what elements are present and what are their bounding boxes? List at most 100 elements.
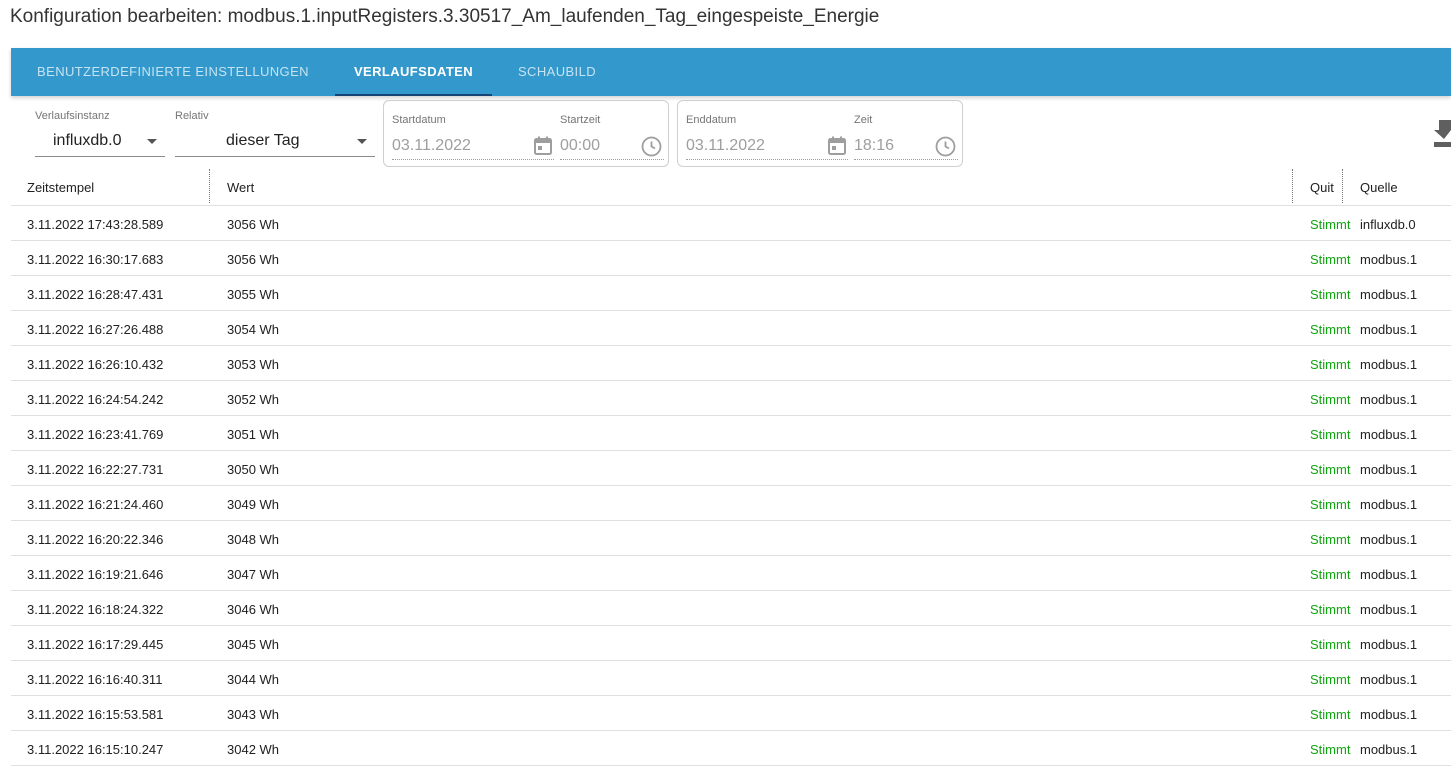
table-row[interactable]: 3.11.2022 16:15:10.247 3042 Wh Stimmt modbu… xyxy=(11,731,1451,766)
start-time-field[interactable]: 00:00 xyxy=(560,133,664,160)
quality-cell: Stimmt xyxy=(1310,742,1351,757)
relative-label: Relativ xyxy=(175,110,209,122)
instance-select[interactable]: influxdb.0 xyxy=(35,127,165,157)
quality-cell: Stimmt xyxy=(1310,567,1351,582)
timestamp-cell: 3.11.2022 16:16:40.311 xyxy=(27,672,163,687)
value-cell: 3043 Wh xyxy=(227,707,280,722)
value-cell: 3045 Wh xyxy=(227,637,280,652)
value-cell: 3050 Wh xyxy=(227,462,280,477)
end-date-label: Enddatum xyxy=(686,114,737,126)
table-row[interactable]: 3.11.2022 16:26:10.432 3053 Wh Stimmt modbu… xyxy=(11,346,1451,381)
quality-cell: Stimmt xyxy=(1310,427,1351,442)
timestamp-cell: 3.11.2022 16:28:47.431 xyxy=(27,287,164,302)
chevron-down-icon xyxy=(357,139,367,144)
source-cell: modbus.1 xyxy=(1360,287,1418,302)
quality-cell: Stimmt xyxy=(1310,532,1351,547)
end-time-field[interactable]: 18:16 xyxy=(854,133,958,160)
active-tab-indicator xyxy=(335,94,492,96)
source-cell: modbus.1 xyxy=(1360,742,1418,757)
calendar-icon[interactable] xyxy=(534,136,552,161)
start-date-field[interactable]: 03.11.2022 xyxy=(392,133,554,160)
tab-custom-settings[interactable]: BENUTZERDEFINIERTE EINSTELLUNGEN xyxy=(11,48,335,96)
table-body: 3.11.2022 17:43:28.589 3056 Wh Stimmt influ… xyxy=(11,206,1451,766)
source-cell: modbus.1 xyxy=(1360,357,1418,372)
quality-cell: Stimmt xyxy=(1310,672,1351,687)
table-row[interactable]: 3.11.2022 16:16:40.311 3044 Wh Stimmt modbu… xyxy=(11,661,1451,696)
table-row[interactable]: 3.11.2022 16:30:17.683 3056 Wh Stimmt modbu… xyxy=(11,241,1451,276)
source-cell: modbus.1 xyxy=(1360,322,1418,337)
tab-chart[interactable]: SCHAUBILD xyxy=(492,48,622,96)
end-date-field[interactable]: 03.11.2022 xyxy=(686,133,848,160)
relative-select[interactable]: dieser Tag xyxy=(175,127,375,157)
value-cell: 3046 Wh xyxy=(227,602,280,617)
value-cell: 3049 Wh xyxy=(227,497,280,512)
column-resize-handle[interactable] xyxy=(209,169,210,203)
column-header-value[interactable]: Wert xyxy=(227,180,254,195)
table-row[interactable]: 3.11.2022 16:22:27.731 3050 Wh Stimmt modbu… xyxy=(11,451,1451,486)
source-cell: modbus.1 xyxy=(1360,637,1418,652)
source-cell: modbus.1 xyxy=(1360,392,1418,407)
start-date-value: 03.11.2022 xyxy=(392,137,471,154)
quality-cell: Stimmt xyxy=(1310,252,1351,267)
column-header-source[interactable]: Quelle xyxy=(1360,180,1398,195)
quality-cell: Stimmt xyxy=(1310,357,1351,372)
table-row[interactable]: 3.11.2022 16:21:24.460 3049 Wh Stimmt modbu… xyxy=(11,486,1451,521)
column-header-quality[interactable]: Quit xyxy=(1310,180,1334,195)
end-time-value: 18:16 xyxy=(854,137,895,154)
value-cell: 3051 Wh xyxy=(227,427,280,442)
timestamp-cell: 3.11.2022 16:20:22.346 xyxy=(27,532,164,547)
calendar-icon[interactable] xyxy=(828,136,846,161)
tab-history-data[interactable]: VERLAUFSDATEN xyxy=(335,48,492,96)
instance-label: Verlaufsinstanz xyxy=(35,110,110,122)
instance-value: influxdb.0 xyxy=(53,132,122,149)
table-row[interactable]: 3.11.2022 16:15:53.581 3043 Wh Stimmt modbu… xyxy=(11,696,1451,731)
page-title: Konfiguration bearbeiten: modbus.1.input… xyxy=(10,6,880,27)
value-cell: 3054 Wh xyxy=(227,322,280,337)
timestamp-cell: 3.11.2022 16:17:29.445 xyxy=(27,637,164,652)
quality-cell: Stimmt xyxy=(1310,602,1351,617)
column-resize-handle[interactable] xyxy=(1292,169,1293,203)
quality-cell: Stimmt xyxy=(1310,322,1351,337)
timestamp-cell: 3.11.2022 16:21:24.460 xyxy=(27,497,164,512)
relative-value: dieser Tag xyxy=(226,132,300,149)
clock-icon[interactable] xyxy=(641,136,662,162)
timestamp-cell: 3.11.2022 17:43:28.589 xyxy=(27,217,164,232)
download-icon[interactable] xyxy=(1432,118,1451,155)
timestamp-cell: 3.11.2022 16:22:27.731 xyxy=(27,462,164,477)
column-header-timestamp[interactable]: Zeitstempel xyxy=(27,180,94,195)
column-resize-handle[interactable] xyxy=(1342,169,1343,203)
table-row[interactable]: 3.11.2022 16:19:21.646 3047 Wh Stimmt modbu… xyxy=(11,556,1451,591)
table-header: Zeitstempel Wert Quit Quelle xyxy=(11,169,1451,206)
timestamp-cell: 3.11.2022 16:15:10.247 xyxy=(27,742,164,757)
table-row[interactable]: 3.11.2022 16:24:54.242 3052 Wh Stimmt modbu… xyxy=(11,381,1451,416)
clock-icon[interactable] xyxy=(935,136,956,162)
end-date-value: 03.11.2022 xyxy=(686,137,765,154)
quality-cell: Stimmt xyxy=(1310,392,1351,407)
source-cell: modbus.1 xyxy=(1360,602,1418,617)
timestamp-cell: 3.11.2022 16:27:26.488 xyxy=(27,322,164,337)
source-cell: modbus.1 xyxy=(1360,497,1418,512)
quality-cell: Stimmt xyxy=(1310,497,1351,512)
table-row[interactable]: 3.11.2022 16:17:29.445 3045 Wh Stimmt modbu… xyxy=(11,626,1451,661)
table-row[interactable]: 3.11.2022 16:27:26.488 3054 Wh Stimmt modbu… xyxy=(11,311,1451,346)
value-cell: 3053 Wh xyxy=(227,357,280,372)
start-time-label: Startzeit xyxy=(560,114,601,126)
timestamp-cell: 3.11.2022 16:15:53.581 xyxy=(27,707,164,722)
table-row[interactable]: 3.11.2022 16:20:22.346 3048 Wh Stimmt modbu… xyxy=(11,521,1451,556)
tab-bar: BENUTZERDEFINIERTE EINSTELLUNGEN VERLAUF… xyxy=(11,48,1451,96)
value-cell: 3047 Wh xyxy=(227,567,280,582)
quality-cell: Stimmt xyxy=(1310,287,1351,302)
table-row[interactable]: 3.11.2022 16:28:47.431 3055 Wh Stimmt modbu… xyxy=(11,276,1451,311)
table-row[interactable]: 3.11.2022 16:18:24.322 3046 Wh Stimmt modbu… xyxy=(11,591,1451,626)
table-row[interactable]: 3.11.2022 16:23:41.769 3051 Wh Stimmt modbu… xyxy=(11,416,1451,451)
value-cell: 3056 Wh xyxy=(227,252,280,267)
source-cell: influxdb.0 xyxy=(1360,217,1416,232)
timestamp-cell: 3.11.2022 16:18:24.322 xyxy=(27,602,164,617)
quality-cell: Stimmt xyxy=(1310,462,1351,477)
table-row[interactable]: 3.11.2022 17:43:28.589 3056 Wh Stimmt influ… xyxy=(11,206,1451,241)
source-cell: modbus.1 xyxy=(1360,462,1418,477)
start-date-label: Startdatum xyxy=(392,114,446,126)
quality-cell: Stimmt xyxy=(1310,637,1351,652)
value-cell: 3052 Wh xyxy=(227,392,280,407)
source-cell: modbus.1 xyxy=(1360,567,1418,582)
